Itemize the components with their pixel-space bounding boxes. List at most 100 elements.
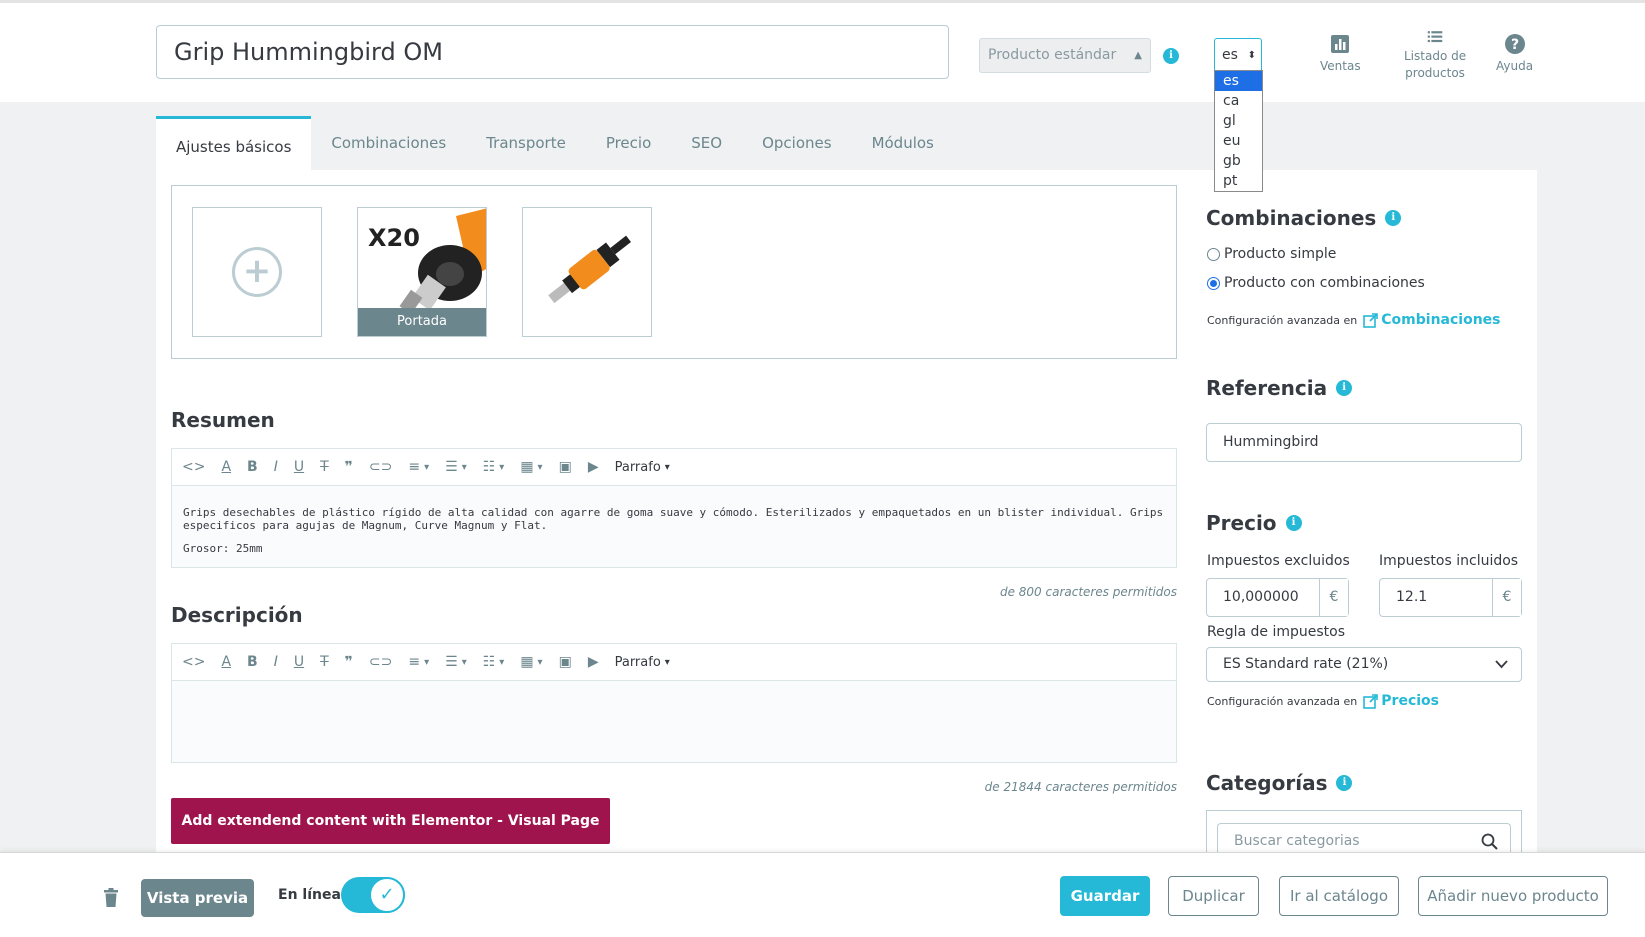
align-icon[interactable]: ≡: [408, 654, 429, 670]
reference-title-text: Referencia: [1206, 376, 1328, 400]
table-icon[interactable]: ▦: [520, 654, 542, 670]
trash-icon[interactable]: [103, 888, 119, 907]
reference-title: Referencia i: [1206, 376, 1353, 400]
online-label: En línea: [278, 887, 341, 903]
tax-rule-select[interactable]: ES Standard rate (21%): [1206, 647, 1522, 682]
add-new-product-button[interactable]: Añadir nuevo producto: [1418, 876, 1608, 916]
strikethrough-icon[interactable]: T: [320, 459, 329, 475]
online-toggle[interactable]: ✓: [341, 877, 405, 913]
add-image-button[interactable]: +: [192, 207, 322, 337]
language-value: es: [1222, 47, 1238, 63]
product-header: Grip Hummingbird OM Producto estándar ▲ …: [0, 0, 1645, 102]
tab-combinations[interactable]: Combinaciones: [311, 116, 466, 170]
preview-button[interactable]: Vista previa: [141, 879, 254, 917]
editor-toolbar: <> A B I U T ❞ ⊂⊃ ≡ ☰ ☷ ▦ ▣ ▶ Parrafo: [172, 644, 1176, 681]
product-list-label-2: productos: [1405, 66, 1465, 80]
quote-icon[interactable]: ❞: [345, 654, 353, 670]
language-select[interactable]: es ⬍: [1214, 38, 1262, 73]
plus-icon: +: [232, 247, 282, 297]
image-icon[interactable]: ▣: [559, 654, 572, 670]
product-image-cover[interactable]: X20 Portada: [357, 207, 487, 337]
product-list-button[interactable]: Listado de productos: [1404, 29, 1466, 82]
numbered-list-icon[interactable]: ☷: [483, 459, 505, 475]
italic-icon[interactable]: I: [274, 654, 278, 670]
language-option-gl[interactable]: gl: [1215, 111, 1262, 131]
format-select[interactable]: Parrafo: [615, 655, 670, 670]
image-icon[interactable]: ▣: [559, 459, 572, 475]
tax-rule-value: ES Standard rate (21%): [1223, 656, 1389, 672]
underline-icon[interactable]: U: [294, 459, 304, 475]
code-icon[interactable]: <>: [182, 459, 205, 475]
tab-modules[interactable]: Módulos: [852, 116, 954, 170]
align-icon[interactable]: ≡: [408, 459, 429, 475]
format-select[interactable]: Parrafo: [615, 460, 670, 475]
combinations-advanced-link[interactable]: Combinaciones: [1363, 312, 1501, 328]
radio-checked-icon: [1207, 276, 1220, 290]
quote-icon[interactable]: ❞: [345, 459, 353, 475]
numbered-list-icon[interactable]: ☷: [483, 654, 505, 670]
bullet-list-icon[interactable]: ☰: [445, 459, 467, 475]
summary-content[interactable]: Grips desechables de plástico rígido de …: [172, 486, 1176, 585]
help-button[interactable]: ? Ayuda: [1496, 33, 1533, 75]
currency-addon: €: [1492, 579, 1521, 616]
tab-basic-settings[interactable]: Ajustes básicos: [156, 116, 312, 170]
tab-options[interactable]: Opciones: [742, 116, 851, 170]
summary-editor: <> A B I U T ❞ ⊂⊃ ≡ ☰ ☷ ▦ ▣ ▶ Parrafo Gr…: [171, 448, 1177, 568]
language-option-ca[interactable]: ca: [1215, 91, 1262, 111]
radio-simple-product[interactable]: Producto simple: [1207, 246, 1336, 262]
combinations-title-text: Combinaciones: [1206, 206, 1377, 230]
price-advanced-link[interactable]: Precios: [1363, 693, 1439, 709]
tab-shipping[interactable]: Transporte: [466, 116, 586, 170]
help-icon: ?: [1504, 34, 1525, 54]
save-button[interactable]: Guardar: [1060, 876, 1150, 916]
info-icon[interactable]: i: [1385, 210, 1402, 226]
select-arrows-icon: ▲: [1134, 50, 1142, 61]
info-icon[interactable]: i: [1336, 380, 1353, 396]
product-type-value: Producto estándar: [988, 47, 1117, 63]
language-option-gb[interactable]: gb: [1215, 151, 1262, 171]
link-icon[interactable]: ⊂⊃: [369, 459, 392, 475]
product-name-input[interactable]: Grip Hummingbird OM: [156, 25, 949, 79]
text-color-icon[interactable]: A: [221, 459, 231, 475]
check-icon: ✓: [369, 877, 405, 913]
product-image-2[interactable]: [522, 207, 652, 337]
media-icon[interactable]: ▶: [588, 654, 599, 670]
product-type-select[interactable]: Producto estándar ▲: [979, 38, 1151, 73]
tax-rule-label: Regla de impuestos: [1207, 624, 1346, 640]
summary-title: Resumen: [171, 408, 275, 432]
bold-icon[interactable]: B: [247, 654, 258, 670]
language-option-eu[interactable]: eu: [1215, 131, 1262, 151]
search-icon: [1481, 833, 1498, 850]
tab-seo[interactable]: SEO: [671, 116, 742, 170]
footer-toolbar: Vista previa En línea ✓ Guardar Duplicar…: [0, 852, 1645, 937]
go-to-catalog-button[interactable]: Ir al catálogo: [1279, 876, 1399, 916]
underline-icon[interactable]: U: [294, 654, 304, 670]
price-tax-included-input[interactable]: 12.1 €: [1379, 578, 1522, 617]
strikethrough-icon[interactable]: T: [320, 654, 329, 670]
bullet-list-icon[interactable]: ☰: [445, 654, 467, 670]
info-icon[interactable]: i: [1285, 515, 1302, 531]
summary-paragraph: Grosor: 25mm: [183, 542, 263, 555]
text-color-icon[interactable]: A: [221, 654, 231, 670]
summary-char-count: de 800 caracteres permitidos: [999, 585, 1177, 599]
info-icon[interactable]: i: [1336, 775, 1353, 791]
language-option-es[interactable]: es: [1215, 71, 1262, 91]
bar-chart-icon: [1331, 35, 1350, 53]
elementor-button[interactable]: Add extendend content with Elementor - V…: [171, 798, 610, 875]
table-icon[interactable]: ▦: [520, 459, 542, 475]
info-icon[interactable]: i: [1163, 48, 1179, 64]
reference-input[interactable]: Hummingbird: [1206, 423, 1522, 462]
media-icon[interactable]: ▶: [588, 459, 599, 475]
italic-icon[interactable]: I: [274, 459, 278, 475]
price-tax-excluded-input[interactable]: 10,000000 €: [1206, 578, 1349, 617]
link-icon[interactable]: ⊂⊃: [369, 654, 392, 670]
description-content[interactable]: [172, 681, 1176, 761]
duplicate-button[interactable]: Duplicar: [1168, 876, 1259, 916]
language-option-pt[interactable]: pt: [1215, 171, 1262, 191]
grip-image: X20: [358, 208, 486, 315]
bold-icon[interactable]: B: [247, 459, 258, 475]
sales-button[interactable]: Ventas: [1320, 33, 1361, 75]
code-icon[interactable]: <>: [182, 654, 205, 670]
radio-product-with-combinations[interactable]: Producto con combinaciones: [1207, 275, 1425, 291]
tab-price[interactable]: Precio: [586, 116, 671, 170]
